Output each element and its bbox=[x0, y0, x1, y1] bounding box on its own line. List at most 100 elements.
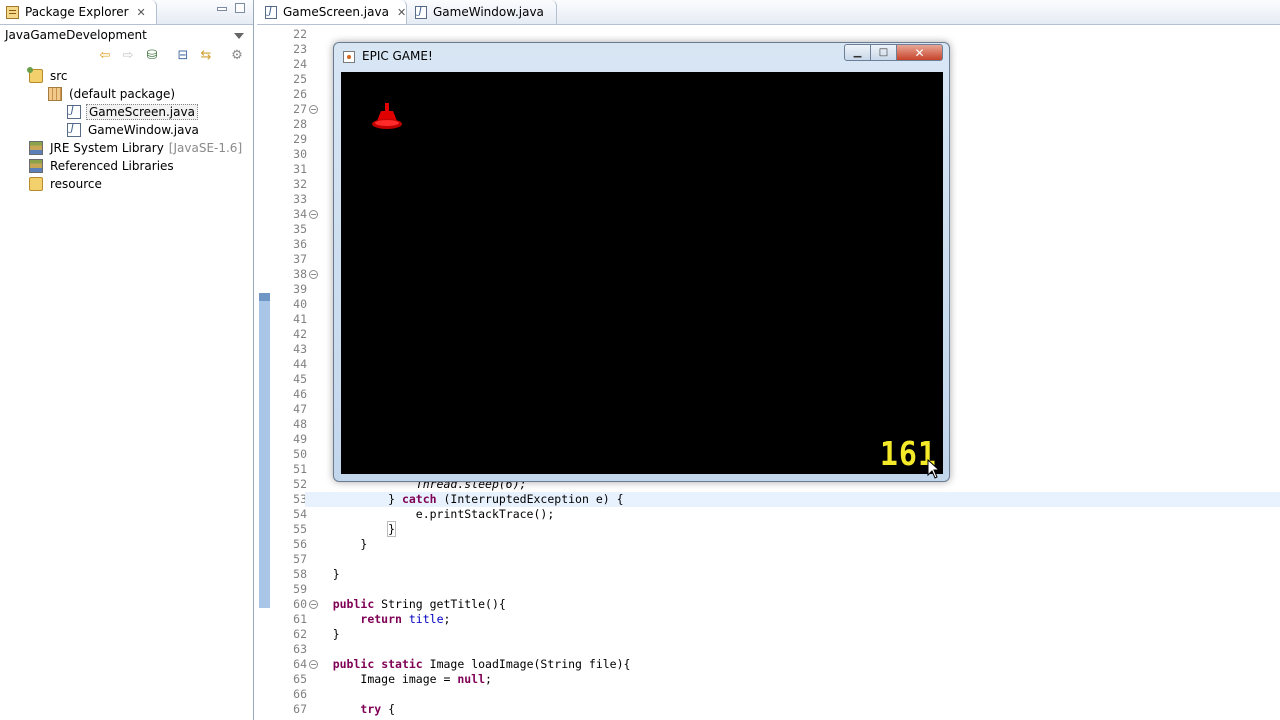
code-text: Image image = bbox=[360, 672, 458, 686]
java-cup-icon bbox=[343, 51, 355, 63]
tab-gamewindow-java[interactable]: GameWindow.java bbox=[407, 0, 557, 24]
package-explorer-tab-label: Package Explorer bbox=[25, 5, 129, 19]
code-line: e.printStackTrace(); bbox=[305, 507, 1280, 522]
code-keyword: public bbox=[332, 657, 375, 671]
line-number: 45 bbox=[293, 372, 307, 386]
tree-item-label: src bbox=[50, 69, 68, 83]
line-number: 43 bbox=[293, 342, 307, 356]
player-ship bbox=[372, 103, 402, 129]
tree-item-jre-library[interactable]: JRE System Library [JavaSE-1.6] bbox=[29, 139, 242, 157]
code-text: e.printStackTrace(); bbox=[415, 507, 555, 521]
code-text: } bbox=[332, 627, 340, 641]
tree-item-referenced-libraries[interactable]: Referenced Libraries bbox=[29, 157, 176, 175]
line-number: 31 bbox=[293, 162, 307, 176]
fold-toggle-icon[interactable]: − bbox=[309, 270, 318, 279]
line-number: 48 bbox=[293, 417, 307, 431]
folder-icon bbox=[29, 177, 43, 191]
code-line: } bbox=[305, 627, 1280, 642]
maximize-icon[interactable] bbox=[235, 3, 245, 13]
close-icon[interactable]: ✕ bbox=[397, 6, 406, 19]
line-number: 51 bbox=[293, 462, 307, 476]
range-marker bbox=[259, 293, 270, 301]
tree-item-label: GameScreen.java bbox=[86, 104, 198, 120]
close-button[interactable]: ✕ bbox=[897, 44, 943, 61]
code-text: ; bbox=[485, 672, 492, 686]
back-arrow-icon[interactable]: ⇦ bbox=[98, 49, 112, 63]
overview-ruler[interactable] bbox=[257, 25, 271, 720]
tab-package-explorer[interactable]: Package Explorer ✕ bbox=[0, 0, 157, 24]
editor-tabbar: GameScreen.java ✕ GameWindow.java bbox=[257, 0, 1280, 25]
window-controls: ▁ □ ✕ bbox=[844, 44, 943, 61]
line-number: 49 bbox=[293, 432, 307, 446]
code-line: Image image = null; bbox=[305, 672, 1280, 687]
mouse-cursor-icon bbox=[927, 459, 941, 479]
minimize-button[interactable]: ▁ bbox=[844, 44, 871, 61]
java-file-icon bbox=[67, 123, 81, 137]
tab-gamescreen-java[interactable]: GameScreen.java ✕ bbox=[257, 0, 407, 24]
line-number: 22 bbox=[293, 27, 307, 41]
code-text: } bbox=[332, 567, 340, 581]
tree-item-label: resource bbox=[50, 177, 102, 191]
selection-range-indicator bbox=[259, 293, 270, 608]
line-number: 42 bbox=[293, 327, 307, 341]
package-explorer-panel: Package Explorer ✕ JavaGameDevelopment ⇦… bbox=[0, 0, 254, 720]
code-line: } bbox=[305, 567, 1280, 582]
maximize-button[interactable]: □ bbox=[871, 44, 897, 61]
line-number: 25 bbox=[293, 72, 307, 86]
code-keyword: null bbox=[457, 672, 486, 686]
code-text: } bbox=[360, 537, 368, 551]
fold-toggle-icon[interactable]: − bbox=[309, 105, 318, 114]
line-number: 32 bbox=[293, 177, 307, 191]
line-number: 59 bbox=[293, 582, 307, 596]
code-text: } bbox=[388, 492, 402, 506]
forward-arrow-icon[interactable]: ⇨ bbox=[121, 49, 135, 63]
code-keyword: static bbox=[381, 657, 423, 671]
code-text: } bbox=[387, 521, 397, 537]
code-line: return title; bbox=[305, 612, 1280, 627]
code-text: String getTitle(){ bbox=[374, 597, 506, 611]
minimize-icon[interactable] bbox=[217, 7, 227, 11]
line-number: 27 bbox=[293, 102, 307, 116]
line-number: 40 bbox=[293, 297, 307, 311]
tree-item-default-package[interactable]: (default package) bbox=[48, 85, 177, 103]
line-number: 35 bbox=[293, 222, 307, 236]
line-number: 50 bbox=[293, 447, 307, 461]
maximize-icon: □ bbox=[878, 47, 889, 58]
collapse-all-icon[interactable]: ⊟ bbox=[176, 49, 190, 63]
tree-item-gamescreen-java[interactable]: GameScreen.java bbox=[67, 103, 198, 121]
code-keyword: catch bbox=[401, 492, 437, 506]
view-menu-icon[interactable]: ⚙ bbox=[230, 49, 244, 63]
tree-item-label: JRE System Library bbox=[50, 141, 164, 155]
game-window[interactable]: EPIC GAME! ▁ □ ✕ 161 bbox=[333, 42, 950, 482]
line-number: 28 bbox=[293, 117, 307, 131]
package-explorer-toolbar: ⇦ ⇨ ⛁ ⊟ ⇆ ⚙ bbox=[0, 45, 253, 67]
code-line: public String getTitle(){ bbox=[305, 597, 1280, 612]
line-number: 63 bbox=[293, 642, 307, 656]
fold-toggle-icon[interactable]: − bbox=[309, 210, 318, 219]
java-file-icon bbox=[265, 5, 277, 19]
code-field: title bbox=[408, 612, 444, 626]
line-number: 66 bbox=[293, 687, 307, 701]
close-icon[interactable]: ✕ bbox=[137, 6, 146, 19]
code-line: } bbox=[305, 537, 1280, 552]
line-number: 46 bbox=[293, 387, 307, 401]
code-line: public static Image loadImage(String fil… bbox=[305, 657, 1280, 672]
line-number: 47 bbox=[293, 402, 307, 416]
line-number: 29 bbox=[293, 132, 307, 146]
line-number: 44 bbox=[293, 357, 307, 371]
tree-item-label: (default package) bbox=[69, 87, 176, 101]
up-folder-icon[interactable]: ⛁ bbox=[145, 49, 159, 63]
game-canvas[interactable]: 161 bbox=[341, 72, 943, 474]
view-menu-icon[interactable] bbox=[234, 33, 244, 39]
package-explorer-tabbar: Package Explorer ✕ bbox=[0, 0, 253, 25]
tree-item-resource[interactable]: resource bbox=[29, 175, 104, 193]
link-editor-icon[interactable]: ⇆ bbox=[199, 49, 213, 63]
source-folder-icon bbox=[27, 67, 43, 83]
project-selector[interactable]: JavaGameDevelopment bbox=[0, 25, 253, 45]
tree-item-label: Referenced Libraries bbox=[50, 159, 174, 173]
code-line: try { bbox=[305, 702, 1280, 717]
editor-tab-label: GameScreen.java bbox=[283, 5, 389, 19]
line-number: 24 bbox=[293, 57, 307, 71]
tree-item-src[interactable]: src bbox=[27, 67, 70, 85]
tree-item-gamewindow-java[interactable]: GameWindow.java bbox=[67, 121, 201, 139]
